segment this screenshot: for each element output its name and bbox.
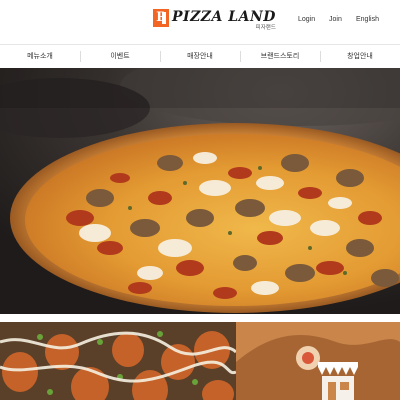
storefront-illustration (236, 322, 400, 400)
pizza-photo (0, 68, 400, 314)
nav-item-franchise[interactable]: 창업안내 (320, 45, 400, 68)
nav-item-events[interactable]: 이벤트 (80, 45, 160, 68)
store-awning-icon (318, 362, 358, 400)
join-link[interactable]: Join (329, 16, 342, 23)
nav-item-menu[interactable]: 메뉴소개 (0, 45, 80, 68)
promo-store-image[interactable] (236, 322, 400, 400)
site-header: P PIZZA LAND 피자랜드 Login Join English (0, 0, 400, 44)
logo-text: PIZZA LAND 피자랜드 (172, 9, 276, 32)
hero-pizza-image[interactable] (0, 68, 400, 314)
nav-item-stores[interactable]: 매장안내 (160, 45, 240, 68)
nav-item-brand-story[interactable]: 브랜드스토리 (240, 45, 320, 68)
logo-subtitle: 피자랜드 (255, 25, 276, 31)
logo-mark-icon: P (153, 9, 169, 27)
brand-logo[interactable]: P PIZZA LAND 피자랜드 (153, 9, 276, 32)
language-link[interactable]: English (356, 16, 379, 23)
promo-menu-image[interactable] (0, 322, 236, 400)
main-nav: 메뉴소개 이벤트 매장안내 브랜드스토리 창업안내 (0, 44, 400, 69)
logo-title: PIZZA LAND (172, 9, 276, 25)
login-link[interactable]: Login (298, 16, 315, 23)
meatball-snack-photo (0, 322, 236, 400)
